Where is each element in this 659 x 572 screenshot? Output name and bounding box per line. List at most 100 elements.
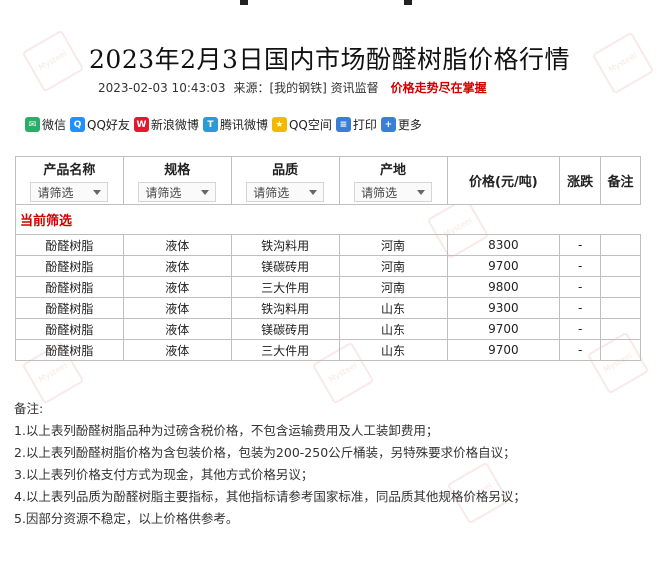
column-title: 品质 [272,163,299,178]
cell-spec: 液体 [122,318,232,340]
filter-select-name[interactable]: 请筛选 [30,182,109,202]
table-row: 酚醛树脂 液体 镁碳砖用 山东 9700 - [15,318,641,340]
cell-change: - [559,234,602,256]
cell-quality: 镁碳砖用 [230,255,340,277]
cell-price: 8300 [446,234,561,256]
cell-name: 酚醛树脂 [15,234,124,256]
more-button[interactable]: + 更多 [380,116,422,133]
filter-placeholder: 请筛选 [37,185,74,200]
share-label: 新浪微博 [150,118,199,132]
cell-spec: 液体 [122,276,232,298]
share-tencent-weibo-button[interactable]: T 腾讯微博 [202,116,268,133]
chevron-down-icon [93,189,102,195]
note-line: 5.因部分资源不稳定，以上价格供参考。 [14,511,239,526]
table-row: 酚醛树脂 液体 镁碳砖用 河南 9700 - [15,255,641,277]
column-title: 规格 [164,163,191,178]
cell-change: - [559,318,602,340]
cell-name: 酚醛树脂 [15,255,124,277]
print-icon: ≡ [335,117,351,132]
filter-placeholder: 请筛选 [361,185,398,200]
cell-origin: 河南 [338,276,448,298]
share-label: 更多 [397,118,422,132]
cell-price: 9700 [446,318,561,340]
cell-change: - [559,276,602,298]
share-wechat-button[interactable]: ✉ 微信 [25,116,66,133]
column-header-origin: 产地 请筛选 [338,156,448,205]
cell-remark [600,234,641,256]
note-line: 4.以上表列品质为酚醛树脂主要指标，其他指标请参考国家标准，同品质其他规格价格另… [14,489,526,504]
cell-price: 9700 [446,339,561,361]
filter-select-spec[interactable]: 请筛选 [138,182,217,202]
share-toolbar: ✉ 微信 Q QQ好友 W 新浪微博 T 腾讯微博 ★ QQ空间 ≡ 打印 + … [25,116,426,133]
table-row: 酚醛树脂 液体 铁沟料用 河南 8300 - [15,234,641,256]
current-filter-label: 当前筛选 [15,204,124,235]
chevron-down-icon [201,189,210,195]
cell-origin: 河南 [338,234,448,256]
current-filter-value [123,204,641,235]
price-table: 产品名称 请筛选 规格 请筛选 品质 请筛选 产地 请筛选 价格(元/吨) 涨跌… [15,156,641,361]
column-header-remark: 备注 [600,156,641,205]
filter-select-origin[interactable]: 请筛选 [354,182,433,202]
plus-icon: + [380,117,396,132]
column-title: 产地 [380,163,407,178]
cell-quality: 三大件用 [230,339,340,361]
cell-change: - [559,339,602,361]
current-filter-row: 当前筛选 [15,204,641,235]
table-row: 酚醛树脂 液体 三大件用 河南 9800 - [15,276,641,298]
cell-name: 酚醛树脂 [15,339,124,361]
source-label[interactable]: 来源：[我的钢铁] 资讯监督 [233,81,378,95]
column-header-name: 产品名称 请筛选 [15,156,124,205]
tencent-weibo-icon: T [202,117,218,132]
filter-placeholder: 请筛选 [145,185,182,200]
column-header-quality: 品质 请筛选 [230,156,340,205]
cell-spec: 液体 [122,339,232,361]
qzone-icon: ★ [271,117,287,132]
cell-quality: 三大件用 [230,276,340,298]
cell-remark [600,255,641,277]
print-button[interactable]: ≡ 打印 [335,116,377,133]
cell-origin: 河南 [338,255,448,277]
share-weibo-button[interactable]: W 新浪微博 [133,116,199,133]
share-label: 微信 [42,118,67,132]
cell-quality: 铁沟料用 [230,297,340,319]
article-meta: 2023-02-03 10:43:03 来源：[我的钢铁] 资讯监督 价格走势尽在掌… [98,79,487,96]
publish-datetime: 2023-02-03 10:43:03 [98,81,226,95]
price-trend-link[interactable]: 价格走势尽在掌握 [391,81,487,95]
cell-price: 9300 [446,297,561,319]
weibo-icon: W [133,117,149,132]
note-line: 3.以上表列价格支付方式为现金，其他方式价格另议； [14,467,314,482]
chevron-down-icon [309,189,318,195]
cell-remark [600,276,641,298]
cell-remark [600,339,641,361]
notes-heading: 备注: [14,401,44,416]
cell-change: - [559,297,602,319]
share-qzone-button[interactable]: ★ QQ空间 [271,116,332,133]
table-header-row: 产品名称 请筛选 规格 请筛选 品质 请筛选 产地 请筛选 价格(元/吨) 涨跌… [15,156,641,205]
cell-origin: 山东 [338,297,448,319]
cell-name: 酚醛树脂 [15,276,124,298]
cell-quality: 铁沟料用 [230,234,340,256]
column-title: 产品名称 [43,163,96,178]
cell-change: - [559,255,602,277]
wechat-icon: ✉ [25,117,40,132]
cell-spec: 液体 [122,234,232,256]
top-edge-marks [0,0,659,6]
cell-origin: 山东 [338,339,448,361]
column-header-spec: 规格 请筛选 [122,156,232,205]
share-qq-button[interactable]: Q QQ好友 [70,116,130,133]
filter-select-quality[interactable]: 请筛选 [246,182,325,202]
note-line: 2.以上表列酚醛树脂价格为含包装价格，包装为200-250公斤桶装，另特殊要求价… [14,445,516,460]
share-label: 腾讯微博 [219,118,268,132]
chevron-down-icon [417,189,426,195]
cell-price: 9700 [446,255,561,277]
share-label: QQ空间 [288,118,332,132]
cell-name: 酚醛树脂 [15,318,124,340]
table-row: 酚醛树脂 液体 三大件用 山东 9700 - [15,339,641,361]
share-label: QQ好友 [87,118,130,132]
cell-remark [600,318,641,340]
cell-origin: 山东 [338,318,448,340]
cell-quality: 镁碳砖用 [230,318,340,340]
cell-name: 酚醛树脂 [15,297,124,319]
cell-remark [600,297,641,319]
share-label: 打印 [352,118,377,132]
